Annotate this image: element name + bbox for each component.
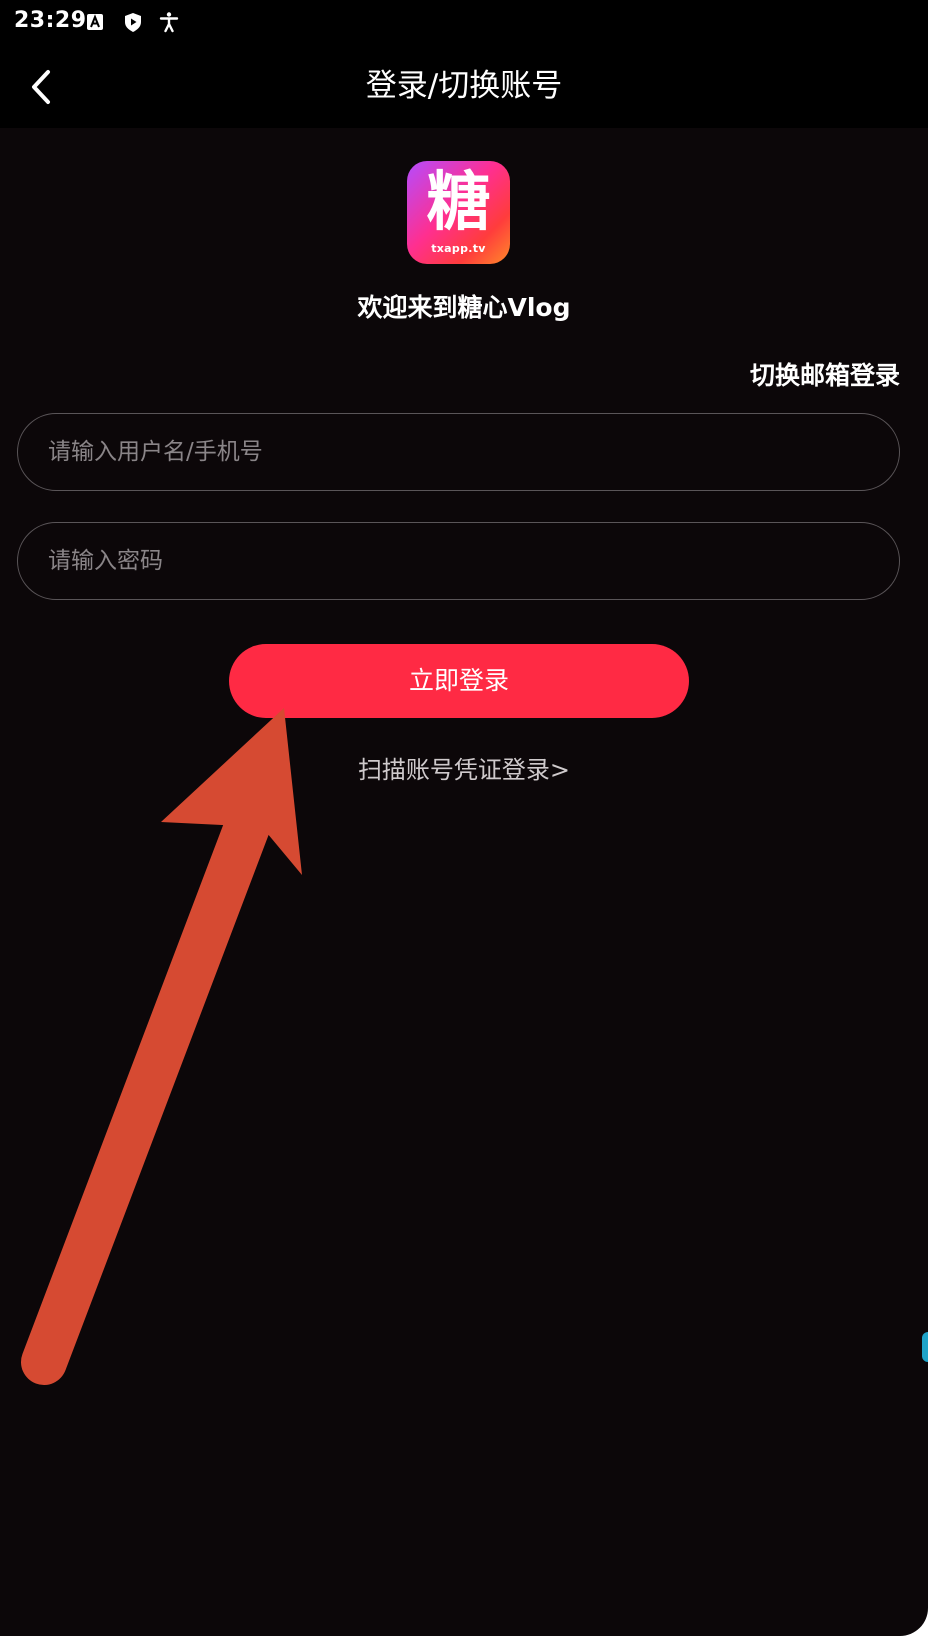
- app-bar: 登录/切换账号: [0, 46, 928, 128]
- status-time: 23:29: [14, 8, 87, 33]
- annotation-arrow-head: [161, 708, 302, 875]
- edge-handle[interactable]: [922, 1332, 928, 1362]
- app-a-icon: [87, 14, 103, 30]
- login-button[interactable]: 立即登录: [229, 644, 689, 718]
- annotation-arrow-shaft: [21, 775, 281, 1385]
- logo-char: 糖: [426, 166, 491, 240]
- login-screen: 23:29 登录/切换账号 糖 txapp.tv 欢迎来到糖心Vlog 切换邮箱…: [0, 0, 928, 1636]
- accessibility-icon: [159, 12, 179, 33]
- scan-credential-login-link[interactable]: 扫描账号凭证登录>: [0, 752, 928, 788]
- shield-play-icon: [125, 13, 141, 32]
- username-input[interactable]: [48, 414, 868, 489]
- switch-email-login-link[interactable]: 切换邮箱登录: [750, 358, 900, 394]
- app-logo: 糖 txapp.tv: [407, 161, 510, 264]
- welcome-text: 欢迎来到糖心Vlog: [357, 293, 571, 322]
- password-field[interactable]: [17, 522, 900, 600]
- page-title: 登录/切换账号: [365, 68, 563, 104]
- logo-domain: txapp.tv: [431, 242, 486, 255]
- password-input[interactable]: [48, 523, 868, 598]
- username-field[interactable]: [17, 413, 900, 491]
- status-bar: 23:29: [0, 0, 928, 46]
